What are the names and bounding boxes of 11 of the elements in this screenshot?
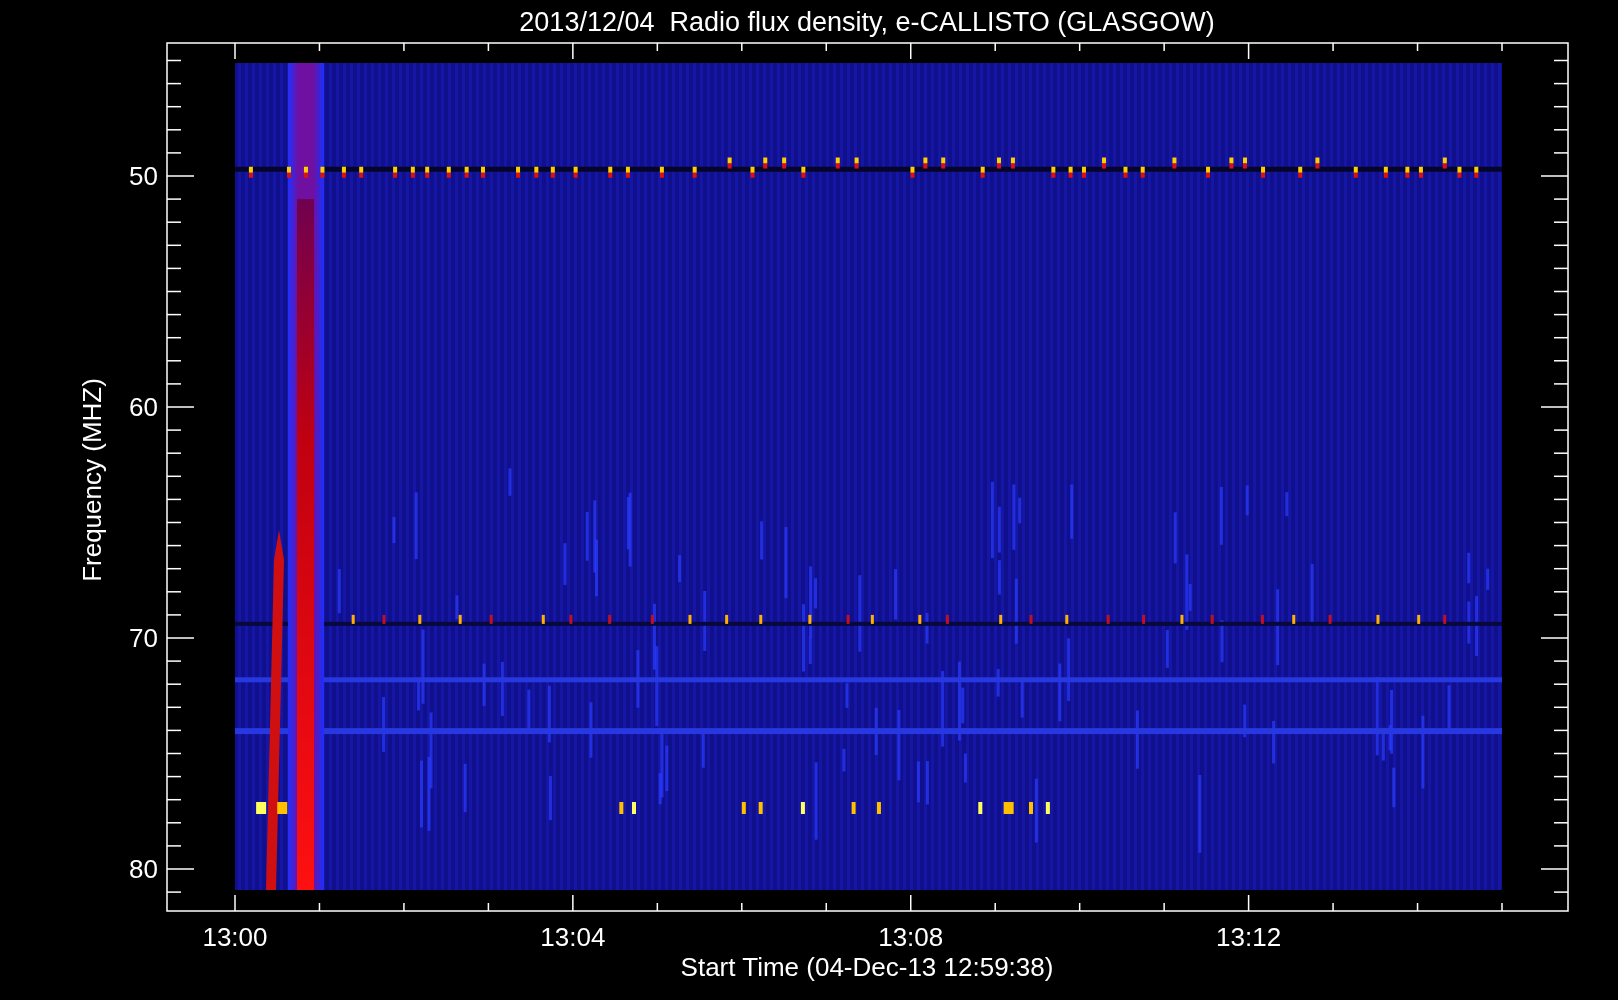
- y-axis-title: Frequency (MHZ): [77, 378, 107, 582]
- x-tick-label: 13:12: [1216, 922, 1282, 952]
- x-tick-label: 13:08: [878, 922, 944, 952]
- y-tick-label: 80: [129, 854, 158, 884]
- y-tick-label: 70: [129, 623, 158, 653]
- x-axis-title: Start Time (04-Dec-13 12:59:38): [680, 952, 1054, 982]
- x-tick-label: 13:04: [540, 922, 606, 952]
- plot-title: 2013/12/04 Radio flux density, e-CALLISTO (GLASGOW): [519, 7, 1215, 37]
- y-tick-label: 50: [129, 161, 158, 191]
- x-tick-label: 13:00: [202, 922, 268, 952]
- y-tick-label: 60: [129, 392, 158, 422]
